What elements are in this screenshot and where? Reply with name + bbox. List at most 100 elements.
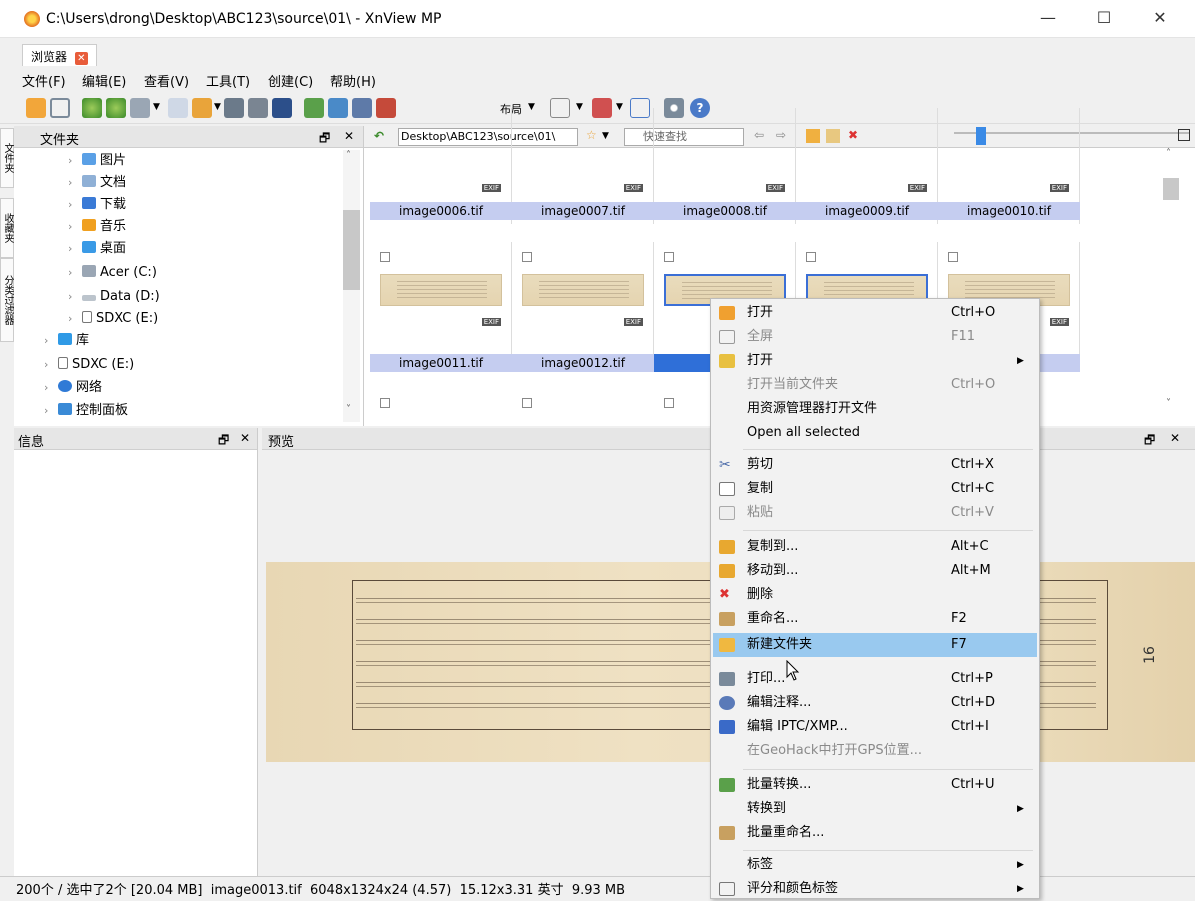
scroll-down-icon[interactable]: ˅ [346,404,351,415]
tree-item-downloads[interactable]: › 下载 [68,194,126,216]
menu-item-copy-to[interactable]: 复制到... Alt+C [713,535,1037,559]
chevron-right-icon[interactable]: › [44,330,58,352]
tree-item-music[interactable]: › 音乐 [68,216,126,238]
browser-scrollbar[interactable]: ˄ ˅ [1161,148,1181,418]
scrollbar-thumb[interactable] [1163,178,1179,200]
menu-item-batch-rename[interactable]: 批量重命名... [713,821,1037,845]
tree-item-library[interactable]: › 库 [44,330,89,352]
chevron-right-icon[interactable]: › [68,150,82,172]
menu-item-open-in-explorer[interactable]: 用资源管理器打开文件 [713,397,1037,421]
tree-item-control-panel[interactable]: › 控制面板 [44,400,128,422]
thumbnail-cell[interactable]: EXIF image0010.tif [938,108,1080,224]
thumbnail-checkbox[interactable] [522,252,532,262]
menu-item-print[interactable]: 打印... Ctrl+P [713,667,1037,691]
rotate-left-icon[interactable] [82,98,102,118]
menu-item-open-all-selected[interactable]: Open all selected [713,421,1037,445]
chevron-right-icon[interactable]: › [68,216,82,238]
scrollbar-thumb[interactable] [343,210,360,290]
tab-browser[interactable]: 浏览器 ✕ [22,44,97,66]
chevron-right-icon[interactable]: › [68,286,82,308]
close-panel-icon[interactable]: ✕ [344,129,354,143]
menu-item-paste[interactable]: 粘贴 Ctrl+V [713,501,1037,525]
close-panel-icon[interactable]: ✕ [1170,431,1180,445]
thumbnail-checkbox[interactable] [522,398,532,408]
menu-item-move-to[interactable]: 移动到... Alt+M [713,559,1037,583]
menu-file[interactable]: 文件(F) [22,71,66,90]
menu-item-batch-convert[interactable]: 批量转换... Ctrl+U [713,773,1037,797]
side-tab-folders[interactable]: 文件夹 [0,128,14,188]
chevron-right-icon[interactable]: › [68,238,82,260]
thumbnail-cell[interactable]: EXIF image0012.tif [512,242,654,372]
menu-item-fullscreen[interactable]: 全屏 F11 [713,325,1037,349]
chevron-right-icon[interactable]: › [68,262,82,284]
menu-item-open-with[interactable]: 打开 ▶ [713,349,1037,373]
thumbnail-cell[interactable]: EXIF image0008.tif [654,108,796,224]
slideshow-dropdown-icon[interactable]: ▼ [153,102,160,112]
thumbnail-checkbox[interactable] [664,398,674,408]
tree-item-desktop[interactable]: › 桌面 [68,238,126,260]
tree-item-documents[interactable]: › 文档 [68,172,126,194]
thumbnail-checkbox[interactable] [664,252,674,262]
tree-item-pictures[interactable]: › 图片 [68,150,126,172]
print-icon[interactable] [248,98,268,118]
thumbnail-cell[interactable]: EXIF image0009.tif [796,108,938,224]
menu-item-delete[interactable]: ✖ 删除 [713,583,1037,607]
menu-view[interactable]: 查看(V) [144,71,189,90]
menu-item-convert-to[interactable]: 转换到 ▶ [713,797,1037,821]
menu-item-copy[interactable]: 复制 Ctrl+C [713,477,1037,501]
maximize-button[interactable]: ☐ [1076,0,1132,38]
folder-scrollbar[interactable]: ˄ ˅ [343,150,360,422]
thumbnail-cell[interactable]: EXIF image0011.tif [370,242,512,372]
tree-item-drive-c[interactable]: › Acer (C:) [68,262,157,284]
tree-item-sdxc-e-2[interactable]: › SDXC (E:) [44,354,134,376]
menu-edit[interactable]: 编辑(E) [82,71,126,90]
find-icon[interactable] [224,98,244,118]
menu-item-open-current-folder[interactable]: 打开当前文件夹 Ctrl+O [713,373,1037,397]
scroll-down-icon[interactable]: ˅ [1166,398,1171,409]
minimize-button[interactable]: — [1020,0,1076,38]
tree-item-sdxc-e[interactable]: › SDXC (E:) [68,308,158,330]
menu-item-geohack[interactable]: 在GeoHack中打开GPS位置... [713,739,1037,763]
thumbnail-cell[interactable]: EXIF image0007.tif [512,108,654,224]
float-panel-icon[interactable]: 🗗 [1144,431,1155,452]
menu-help[interactable]: 帮助(H) [330,71,376,90]
menu-item-rating[interactable]: 评分和颜色标签 ▶ [713,877,1037,901]
scroll-up-icon[interactable]: ˄ [1166,148,1171,159]
chevron-right-icon[interactable]: › [68,194,82,216]
export-dropdown-icon[interactable]: ▼ [214,102,221,112]
open-icon[interactable] [26,98,46,118]
capture-icon[interactable] [352,98,372,118]
thumbnail-cell[interactable]: EXIF image0006.tif [370,108,512,224]
menu-item-edit-comment[interactable]: 编辑注释... Ctrl+D [713,691,1037,715]
float-panel-icon[interactable]: 🗗 [319,129,330,150]
menu-item-tags[interactable]: 标签 ▶ [713,853,1037,877]
rotate-right-icon[interactable] [106,98,126,118]
float-panel-icon[interactable]: 🗗 [218,431,229,452]
batch-rename-icon[interactable] [328,98,348,118]
menu-item-new-folder[interactable]: 新建文件夹 F7 [713,633,1037,657]
slideshow-icon[interactable] [130,98,150,118]
thumbnail-checkbox[interactable] [806,252,816,262]
menu-item-open[interactable]: 打开 Ctrl+O [713,301,1037,325]
chevron-right-icon[interactable]: › [68,308,82,330]
menu-create[interactable]: 创建(C) [268,71,313,90]
chevron-right-icon[interactable]: › [44,377,58,399]
fullscreen-icon[interactable] [50,98,70,118]
thumbnail-checkbox[interactable] [380,252,390,262]
side-tab-favorites[interactable]: 收藏夹 [0,198,14,258]
export-icon[interactable] [192,98,212,118]
menu-item-cut[interactable]: ✂ 剪切 Ctrl+X [713,453,1037,477]
side-tab-category-filter[interactable]: 分类过滤器 [0,258,14,342]
menu-tools[interactable]: 工具(T) [206,71,250,90]
close-panel-icon[interactable]: ✕ [240,431,250,445]
thumbnail-checkbox[interactable] [380,398,390,408]
chevron-right-icon[interactable]: › [44,400,58,422]
thumbnail-checkbox[interactable] [948,252,958,262]
tree-item-network[interactable]: › 网络 [44,377,102,399]
menu-item-rename[interactable]: 重命名... F2 [713,607,1037,631]
chevron-right-icon[interactable]: › [44,354,58,376]
tree-item-drive-d[interactable]: › Data (D:) [68,286,160,308]
scroll-up-icon[interactable]: ˄ [346,150,351,161]
info-icon[interactable] [168,98,188,118]
menu-item-edit-iptc[interactable]: 编辑 IPTC/XMP... Ctrl+I [713,715,1037,739]
